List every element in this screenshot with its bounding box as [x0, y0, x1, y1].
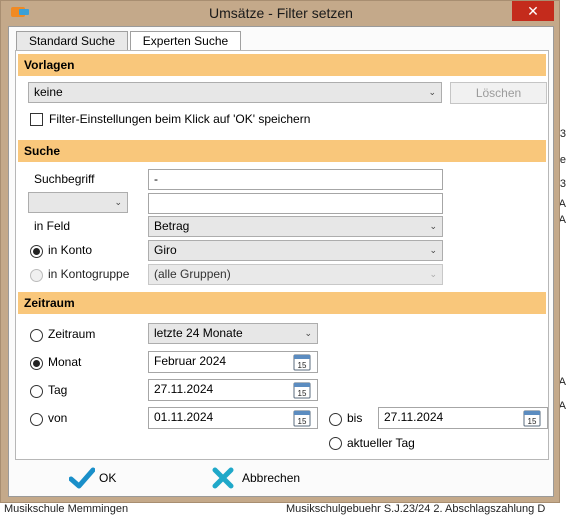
calendar-icon[interactable]: 15 — [523, 409, 541, 427]
aktueller-tag-radio[interactable] — [329, 437, 342, 450]
section-header-zeitraum: Zeitraum — [18, 292, 546, 314]
in-kontogruppe-radio[interactable] — [30, 269, 43, 282]
filter-dialog: Umsätze - Filter setzen ✕ Standard Suche… — [0, 0, 560, 503]
calendar-icon[interactable]: 15 — [293, 381, 311, 399]
close-button[interactable]: ✕ — [512, 1, 554, 21]
cancel-label: Abbrechen — [242, 471, 301, 485]
template-select[interactable]: keine ⌄ — [28, 82, 442, 103]
bg-fragment: 3 — [559, 128, 566, 140]
ok-label: OK — [99, 471, 117, 485]
von-value: 01.11.2024 — [154, 410, 214, 424]
in-konto-select[interactable]: Giro ⌄ — [148, 240, 443, 261]
calendar-day-text: 15 — [298, 417, 307, 426]
aktueller-tag-label: aktueller Tag — [347, 436, 415, 450]
dropdown-arrow-icon: ⌄ — [429, 269, 437, 279]
close-icon: ✕ — [527, 3, 539, 19]
zeitraum-select[interactable]: letzte 24 Monate ⌄ — [148, 323, 318, 344]
calendar-icon[interactable]: 15 — [293, 353, 311, 371]
in-feld-label: in Feld — [34, 219, 71, 233]
monat-radio[interactable] — [30, 357, 43, 370]
second-search-input[interactable] — [148, 193, 443, 214]
section-header-suche: Suche — [18, 140, 546, 162]
bg-bottom-left: Musikschule Memmingen — [4, 503, 129, 515]
von-radio[interactable] — [30, 413, 43, 426]
bis-value: 27.11.2024 — [384, 410, 444, 424]
calendar-day-text: 15 — [528, 417, 537, 426]
dialog-client: Standard Suche Experten Suche Vorlagen k… — [8, 26, 554, 497]
bis-label: bis — [347, 411, 363, 425]
in-konto-select-value: Giro — [154, 243, 177, 257]
calendar-icon[interactable]: 15 — [293, 409, 311, 427]
tag-label: Tag — [48, 383, 68, 397]
dropdown-arrow-icon: ⌄ — [114, 197, 122, 207]
suchbegriff-input[interactable]: - — [148, 169, 443, 190]
in-kontogruppe-label: in Kontogruppe — [48, 267, 130, 281]
standard-suche-panel: Vorlagen keine ⌄ Löschen Filter-Einstell… — [15, 50, 549, 460]
window-title: Umsätze - Filter setzen — [209, 5, 353, 21]
in-kontogruppe-select[interactable]: (alle Gruppen) ⌄ — [148, 264, 443, 285]
dropdown-arrow-icon: ⌄ — [428, 87, 436, 97]
dropdown-arrow-icon: ⌄ — [304, 328, 312, 338]
save-filter-checkbox-label: Filter-Einstellungen beim Klick auf 'OK'… — [49, 112, 311, 126]
delete-template-button[interactable]: Löschen — [450, 82, 547, 104]
monat-value: Februar 2024 — [154, 354, 227, 368]
von-label: von — [48, 411, 68, 425]
operator-select[interactable]: ⌄ — [28, 192, 128, 213]
tab-standard-suche[interactable]: Standard Suche — [16, 31, 128, 51]
tag-radio[interactable] — [30, 385, 43, 398]
cross-icon — [212, 467, 234, 489]
tab-experten-suche[interactable]: Experten Suche — [130, 31, 241, 51]
zeitraum-radio[interactable] — [30, 329, 43, 342]
bg-bottom-right: Musikschulgebuehr S.J.23/24 2. Abschlags… — [286, 503, 546, 515]
save-filter-checkbox[interactable] — [30, 113, 43, 126]
ok-button[interactable]: OK — [67, 465, 147, 491]
in-feld-select-value: Betrag — [154, 219, 190, 233]
dropdown-arrow-icon: ⌄ — [429, 245, 437, 255]
in-kontogruppe-select-value: (alle Gruppen) — [154, 267, 231, 281]
monat-label: Monat — [48, 355, 82, 369]
in-feld-select[interactable]: Betrag ⌄ — [148, 216, 443, 237]
calendar-day-text: 15 — [298, 361, 307, 370]
bis-radio[interactable] — [329, 413, 342, 426]
zeitraum-select-value: letzte 24 Monate — [154, 326, 243, 340]
template-select-value: keine — [34, 85, 63, 99]
cancel-button[interactable]: Abbrechen — [210, 465, 320, 491]
tag-value: 27.11.2024 — [154, 382, 214, 396]
dropdown-arrow-icon: ⌄ — [429, 221, 437, 231]
in-konto-radio[interactable] — [30, 245, 43, 258]
bg-fragment: 3 — [559, 178, 566, 190]
calendar-day-text: 15 — [298, 389, 307, 398]
suchbegriff-label: Suchbegriff — [34, 172, 95, 186]
title-bar[interactable]: Umsätze - Filter setzen ✕ — [1, 1, 561, 25]
checkmark-icon — [69, 467, 95, 489]
in-konto-label: in Konto — [48, 243, 93, 257]
zeitraum-label: Zeitraum — [48, 327, 96, 341]
section-header-vorlagen: Vorlagen — [18, 54, 546, 76]
